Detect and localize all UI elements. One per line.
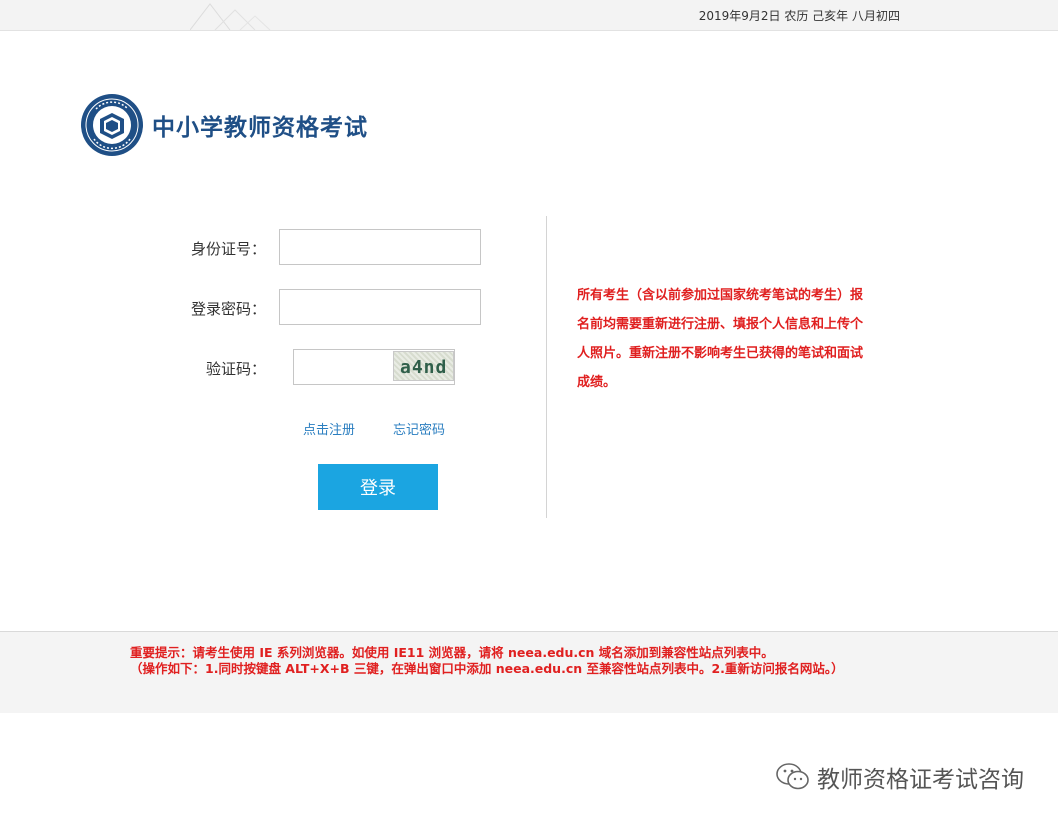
exam-seal-logo-icon	[81, 94, 143, 156]
login-button[interactable]: 登录	[318, 464, 438, 510]
captcha-image[interactable]: a4nd	[393, 351, 454, 381]
id-number-label: 身份证号：	[190, 240, 266, 258]
vertical-divider	[546, 216, 547, 518]
browser-tip-line-2: （操作如下：1.同时按键盘 ALT+X+B 三键，在弹出窗口中添加 neea.e…	[130, 661, 844, 676]
password-input[interactable]	[279, 289, 481, 325]
top-bar: 2019年9月2日 农历 己亥年 八月初四	[0, 0, 1058, 31]
register-link[interactable]: 点击注册	[303, 419, 355, 438]
watermark-text: 教师资格证考试咨询	[817, 767, 1024, 793]
id-number-input[interactable]	[279, 229, 481, 265]
browser-tip-bar: 重要提示：请考生使用 IE 系列浏览器。如使用 IE11 浏览器，请将 neea…	[0, 631, 1058, 713]
site-title: 中小学教师资格考试	[152, 115, 368, 141]
decorative-lines-icon	[190, 3, 271, 30]
registration-notice: 所有考生（含以前参加过国家统考笔试的考生）报名前均需要重新进行注册、填报个人信息…	[577, 288, 864, 390]
captcha-label: 验证码：	[205, 360, 266, 378]
captcha-text: a4nd	[400, 357, 447, 378]
forgot-password-link[interactable]: 忘记密码	[393, 419, 445, 438]
watermark: 教师资格证考试咨询	[775, 760, 1024, 794]
date-display: 2019年9月2日 农历 己亥年 八月初四	[698, 9, 900, 23]
password-label: 登录密码：	[190, 300, 266, 318]
wechat-icon	[776, 763, 809, 790]
